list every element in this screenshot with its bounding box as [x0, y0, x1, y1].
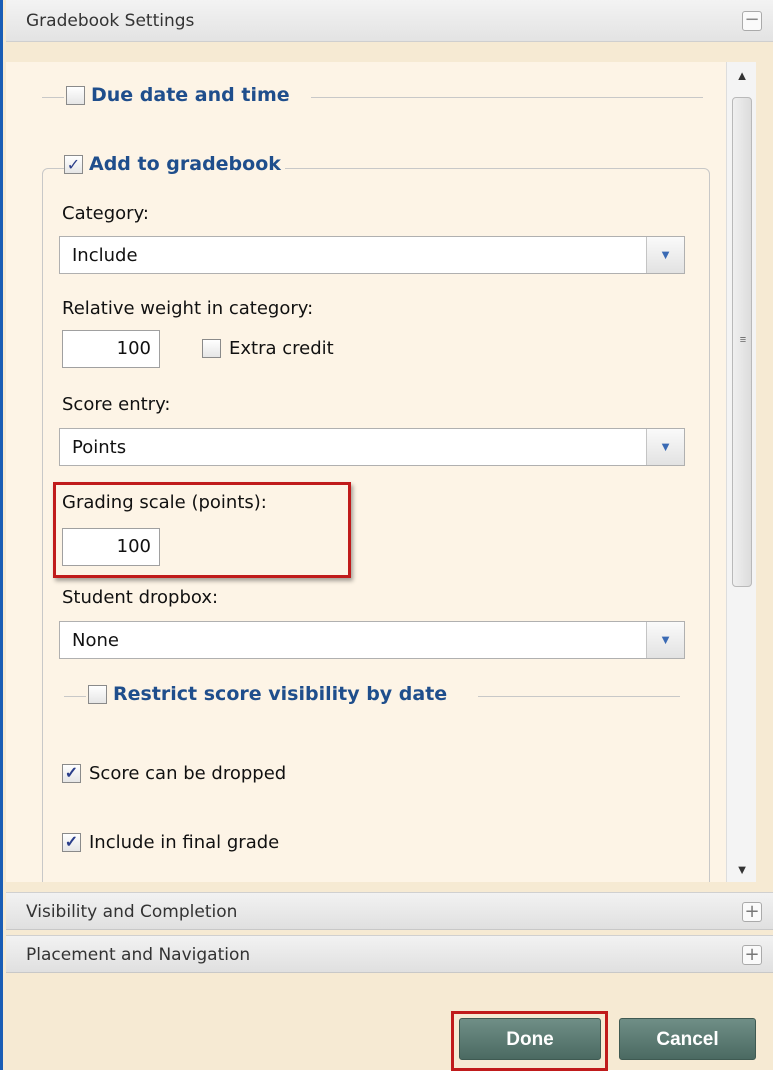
chevron-down-icon[interactable]: ▼ — [646, 429, 684, 465]
vertical-scrollbar[interactable]: ▲ ≡ ▼ — [726, 62, 756, 882]
due-date-legend[interactable]: Due date and time — [66, 84, 290, 106]
score-entry-value: Points — [72, 437, 127, 458]
section-placement-navigation-label: Placement and Navigation — [26, 945, 251, 965]
chevron-down-icon[interactable]: ▼ — [646, 237, 684, 273]
score-dropped-label: Score can be dropped — [89, 763, 287, 784]
score-entry-select[interactable]: Points ▼ — [59, 428, 685, 466]
expand-icon[interactable]: + — [742, 902, 762, 922]
expand-icon[interactable]: + — [742, 945, 762, 965]
include-final-checkbox[interactable]: ✓ — [62, 833, 81, 852]
chevron-down-icon[interactable]: ▼ — [646, 622, 684, 658]
category-select[interactable]: Include ▼ — [59, 236, 685, 274]
divider — [64, 696, 86, 697]
gradebook-settings-body: Due date and time ✓ Add to gradebook Cat… — [6, 62, 726, 882]
extra-credit-option[interactable]: Extra credit — [202, 338, 334, 359]
scroll-down-arrow-icon[interactable]: ▼ — [727, 860, 757, 880]
add-to-gradebook-legend[interactable]: ✓ Add to gradebook — [64, 153, 285, 175]
score-dropped-option[interactable]: ✓ Score can be dropped — [62, 763, 286, 784]
due-date-checkbox[interactable] — [66, 85, 85, 105]
gradebook-settings-header[interactable]: Gradebook Settings − — [6, 0, 773, 42]
gradebook-settings-title: Gradebook Settings — [26, 11, 195, 31]
restrict-visibility-label: Restrict score visibility by date — [113, 683, 448, 705]
restrict-visibility-legend[interactable]: Restrict score visibility by date — [88, 683, 447, 705]
cancel-button[interactable]: Cancel — [619, 1018, 756, 1060]
score-entry-label: Score entry: — [62, 394, 171, 415]
collapse-button[interactable]: − — [742, 11, 762, 31]
grip-icon: ≡ — [739, 334, 747, 346]
done-button[interactable]: Done — [459, 1018, 601, 1060]
due-date-label: Due date and time — [91, 84, 290, 106]
student-dropbox-label: Student dropbox: — [62, 587, 219, 608]
student-dropbox-select[interactable]: None ▼ — [59, 621, 685, 659]
score-dropped-checkbox[interactable]: ✓ — [62, 764, 81, 783]
divider — [42, 97, 64, 98]
grading-scale-input[interactable]: 100 — [62, 528, 160, 566]
section-placement-navigation[interactable]: Placement and Navigation + — [6, 935, 773, 973]
restrict-visibility-checkbox[interactable] — [88, 684, 107, 704]
divider — [311, 97, 703, 98]
section-visibility-completion-label: Visibility and Completion — [26, 902, 238, 922]
scroll-up-arrow-icon[interactable]: ▲ — [727, 66, 757, 86]
add-to-gradebook-checkbox[interactable]: ✓ — [64, 154, 83, 174]
include-final-option[interactable]: ✓ Include in final grade — [62, 832, 279, 853]
include-final-label: Include in final grade — [89, 832, 280, 853]
grading-scale-label: Grading scale (points): — [62, 492, 267, 513]
student-dropbox-value: None — [72, 630, 119, 651]
scrollbar-thumb[interactable]: ≡ — [732, 97, 752, 587]
divider — [478, 696, 680, 697]
relative-weight-label: Relative weight in category: — [62, 298, 314, 319]
category-value: Include — [72, 245, 138, 266]
section-visibility-completion[interactable]: Visibility and Completion + — [6, 892, 773, 930]
extra-credit-checkbox[interactable] — [202, 339, 221, 358]
gradebook-settings-dialog: Gradebook Settings − Due date and time ✓… — [0, 0, 773, 1071]
relative-weight-input[interactable]: 100 — [62, 330, 160, 368]
category-label: Category: — [62, 203, 149, 224]
extra-credit-label: Extra credit — [229, 338, 334, 359]
add-to-gradebook-label: Add to gradebook — [89, 153, 281, 175]
